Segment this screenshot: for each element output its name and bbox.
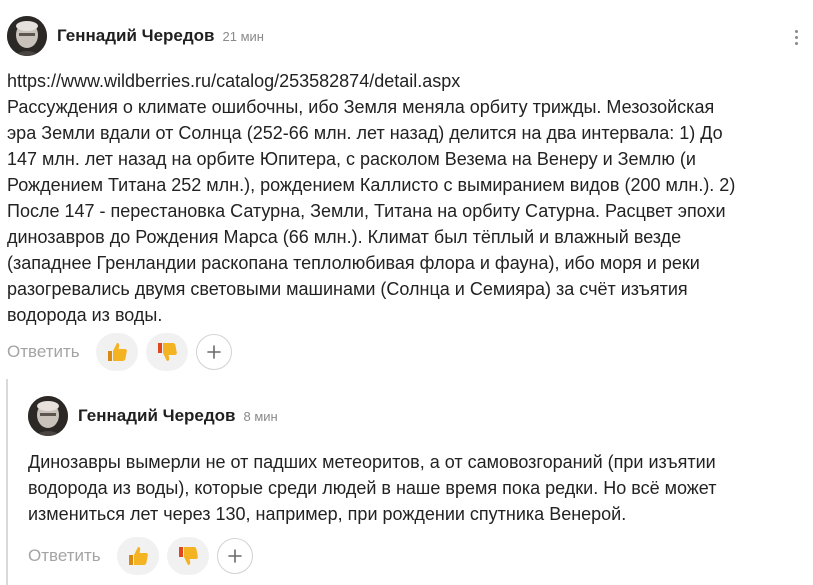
add-reaction-button[interactable] [216, 538, 253, 574]
timestamp: 21 мин [222, 28, 264, 44]
reply-actions: Ответить [28, 537, 253, 575]
reply-button[interactable]: Ответить [7, 342, 80, 362]
avatar[interactable] [28, 396, 68, 436]
plus-icon [206, 345, 221, 359]
thumbs-down-icon [157, 343, 177, 361]
comment-text: Рассуждения о климате ошибочны, ибо Земл… [7, 97, 736, 325]
add-reaction-button[interactable] [195, 334, 232, 370]
author-name[interactable]: Геннадий Чередов [78, 406, 236, 426]
dislike-button[interactable] [145, 333, 188, 371]
reply-body: Динозавры вымерли не от падших метеорито… [28, 449, 808, 527]
timestamp: 8 мин [243, 408, 278, 424]
reply-header: Геннадий Чередов 8 мин [28, 396, 278, 436]
author-name[interactable]: Геннадий Чередов [57, 26, 215, 46]
reply-text: Динозавры вымерли не от падших метеорито… [28, 452, 717, 524]
thread-line [6, 379, 8, 585]
comment-body: https://www.wildberries.ru/catalog/25358… [7, 68, 807, 328]
more-vertical-icon[interactable] [788, 26, 804, 48]
reply-button[interactable]: Ответить [28, 546, 101, 566]
avatar[interactable] [7, 16, 47, 56]
plus-icon [227, 549, 242, 563]
comment-actions: Ответить [7, 333, 232, 371]
comment-link[interactable]: https://www.wildberries.ru/catalog/25358… [7, 68, 807, 94]
comment-header: Геннадий Чередов 21 мин [7, 16, 264, 56]
thumbs-down-icon [178, 547, 198, 565]
thumbs-up-icon [107, 343, 127, 361]
like-button[interactable] [116, 537, 159, 575]
dislike-button[interactable] [166, 537, 209, 575]
thumbs-up-icon [128, 547, 148, 565]
like-button[interactable] [95, 333, 138, 371]
